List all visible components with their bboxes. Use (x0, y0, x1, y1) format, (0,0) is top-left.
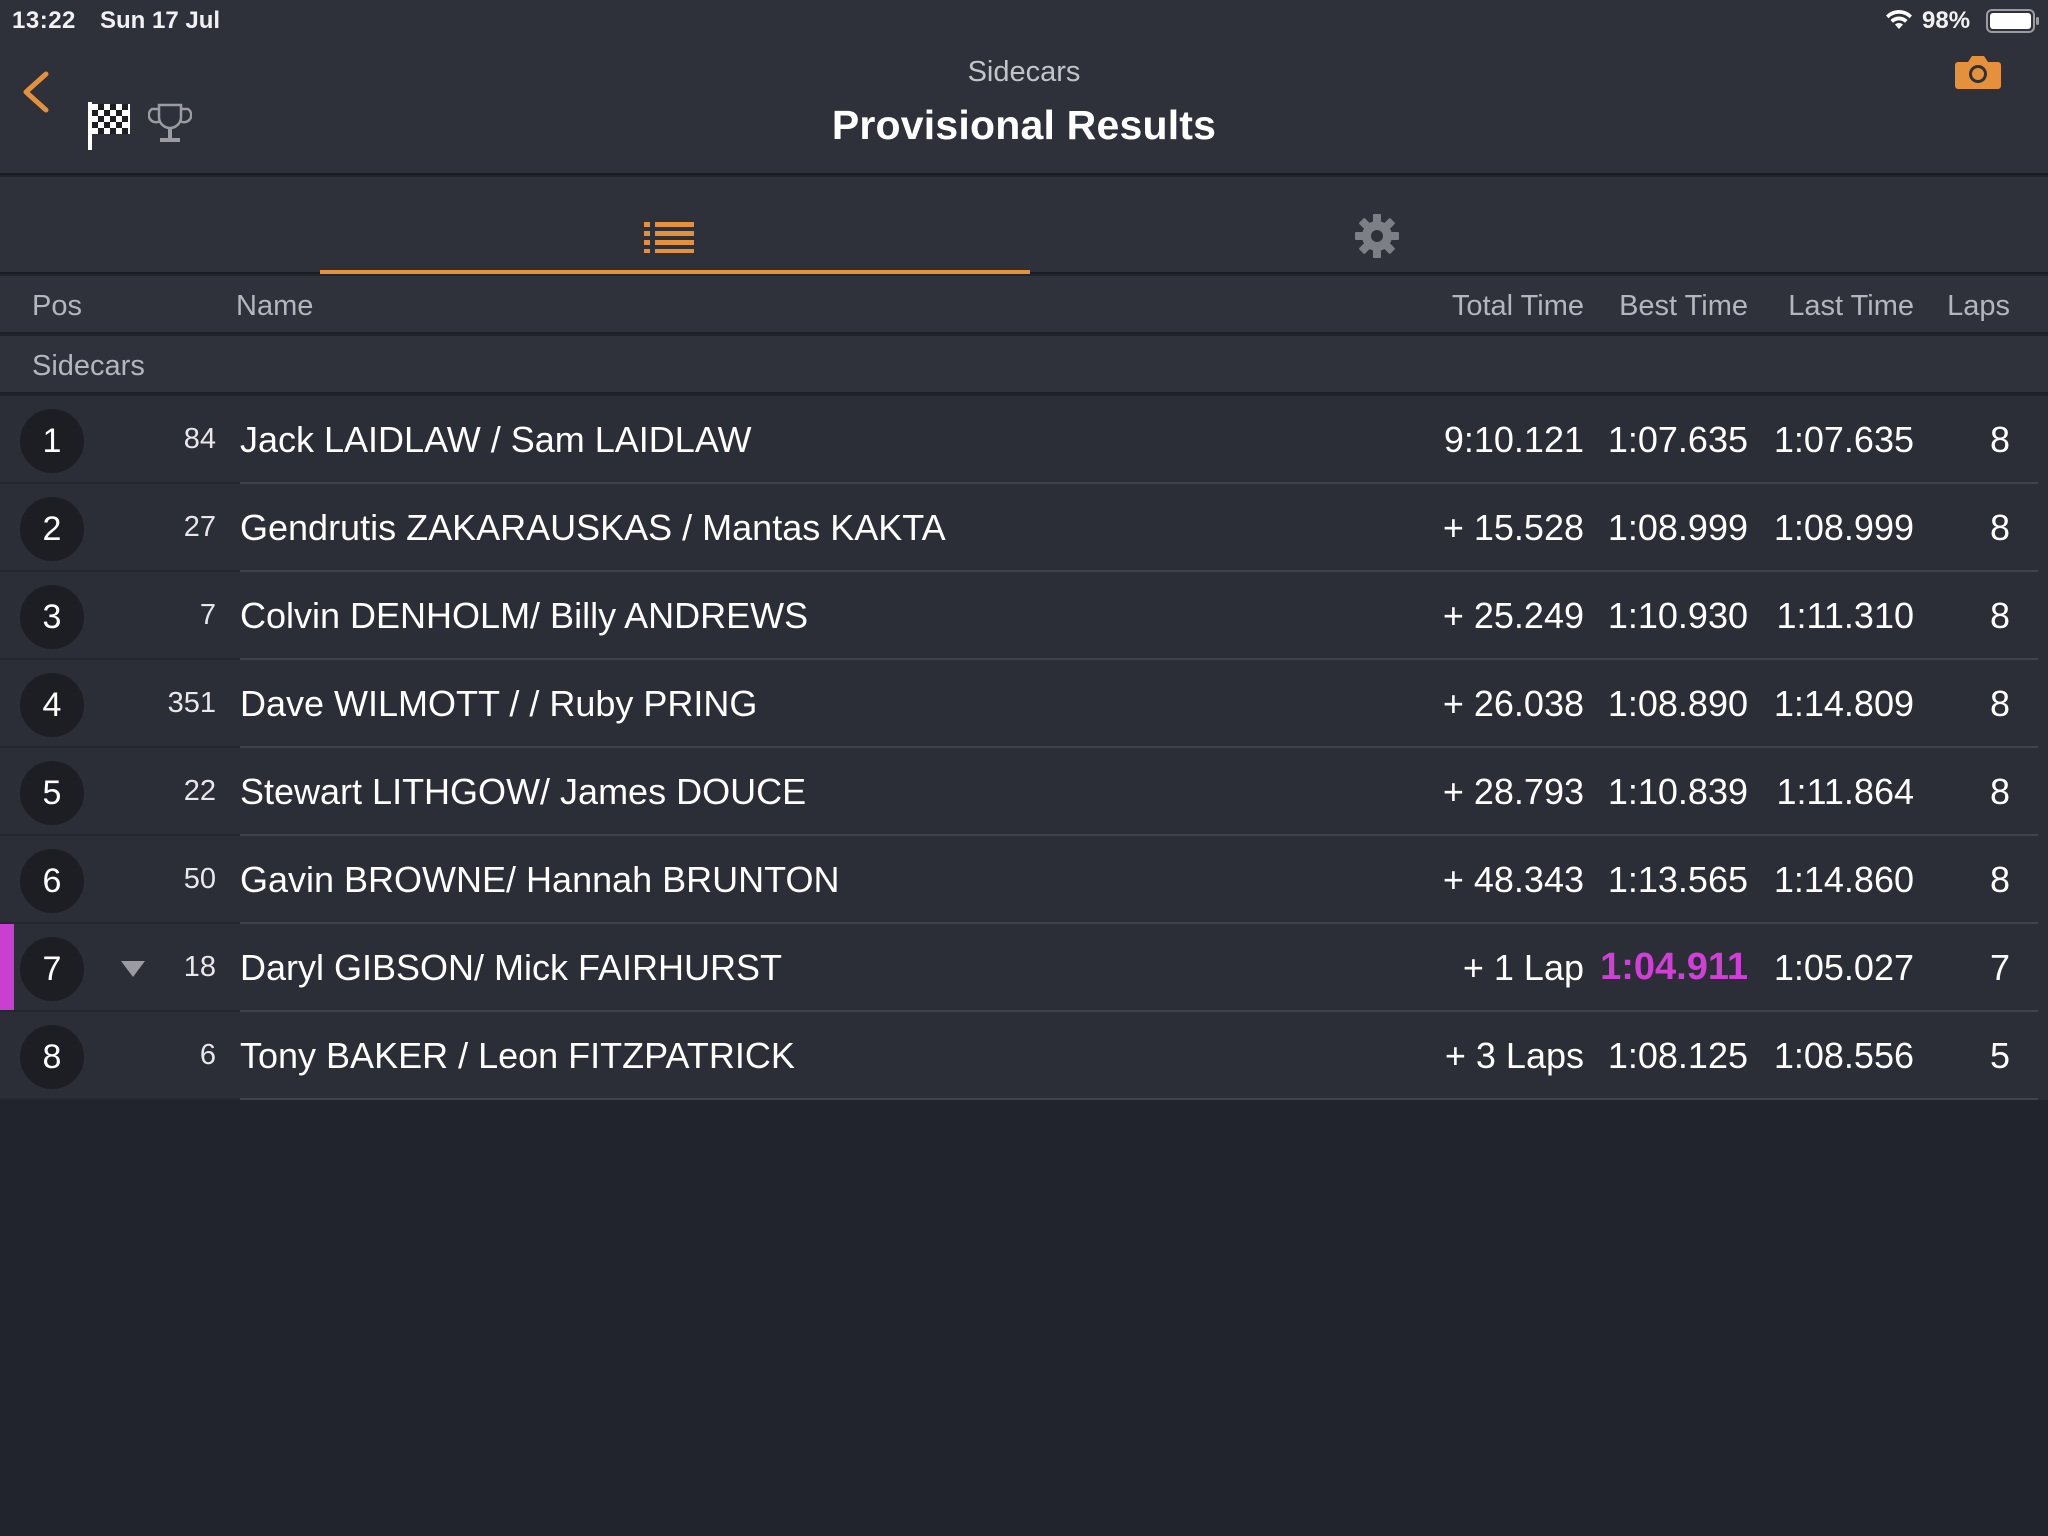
total-time: + 15.528 (1442, 507, 1584, 548)
position-badge: 2 (20, 497, 84, 561)
laps-count: 5 (1989, 1035, 2010, 1076)
last-time: 1:11.864 (1776, 771, 1914, 812)
last-time: 1:14.809 (1773, 683, 1914, 724)
laps-count: 8 (1989, 859, 2010, 900)
race-number: 50 (183, 863, 216, 895)
position-badge: 8 (20, 1025, 84, 1089)
race-number: 351 (167, 687, 216, 719)
column-total-time: Total Time (1451, 290, 1584, 322)
position-badge: 3 (20, 585, 84, 649)
total-time: + 26.038 (1442, 683, 1584, 724)
laps-count: 7 (1989, 947, 2010, 988)
class-group-label: Sidecars (32, 350, 145, 382)
total-time: + 48.343 (1442, 859, 1584, 900)
wifi-icon (1886, 9, 1912, 29)
table-row[interactable]: 6 50 Gavin BROWNE/ Hannah BRUNTON + 48.3… (0, 836, 2048, 924)
laps-count: 8 (1989, 771, 2010, 812)
column-best-time: Best Time (1619, 290, 1748, 322)
race-number: 18 (183, 951, 216, 983)
best-time: 1:10.930 (1607, 595, 1748, 636)
tab-bar (0, 177, 2048, 274)
position-badge: 6 (20, 849, 84, 913)
battery-percentage: 98% (1922, 7, 1971, 34)
results-list: 1 84 Jack LAIDLAW / Sam LAIDLAW 9:10.121… (0, 396, 2048, 1100)
column-pos: Pos (32, 290, 82, 322)
active-tab-indicator (320, 270, 1030, 274)
race-number: 22 (183, 775, 216, 807)
total-time: 9:10.121 (1443, 419, 1584, 460)
total-time: + 25.249 (1442, 595, 1584, 636)
race-number: 6 (199, 1039, 216, 1071)
table-row[interactable]: 7 18 Daryl GIBSON/ Mick FAIRHURST + 1 La… (0, 924, 2048, 1012)
class-group-header: Sidecars (0, 336, 2048, 394)
race-number: 7 (199, 599, 216, 631)
best-time: 1:08.999 (1607, 507, 1748, 548)
laps-count: 8 (1989, 419, 2010, 460)
column-laps: Laps (1947, 290, 2010, 322)
status-time: 13:22 (12, 7, 76, 34)
rider-names: Gavin BROWNE/ Hannah BRUNTON (240, 859, 840, 900)
last-time: 1:11.310 (1776, 595, 1914, 636)
rider-names: Stewart LITHGOW/ James DOUCE (240, 771, 807, 812)
total-time: + 28.793 (1442, 771, 1584, 812)
status-date: Sun 17 Jul (100, 7, 221, 34)
tab-results-list[interactable] (320, 177, 1030, 274)
rider-names: Gendrutis ZAKARAUSKAS / Mantas KAKTA (240, 507, 946, 548)
laps-count: 8 (1989, 595, 2010, 636)
navigation-bar: Sidecars Provisional Results (0, 40, 2048, 175)
rider-names: Tony BAKER / Leon FITZPATRICK (240, 1035, 795, 1076)
best-time-fastest-lap: 1:04.911 (1600, 946, 1748, 988)
position-badge: 5 (20, 761, 84, 825)
tab-settings[interactable] (1030, 177, 1720, 274)
last-time: 1:08.556 (1773, 1035, 1914, 1076)
camera-icon[interactable] (1954, 52, 2002, 92)
highlight-accent-bar (0, 924, 14, 1012)
race-number: 84 (183, 423, 216, 455)
table-column-header: Pos Name Total Time Best Time Last Time … (0, 276, 2048, 334)
status-bar: 13:22 Sun 17 Jul 98% (0, 0, 2048, 40)
rider-names: Colvin DENHOLM/ Billy ANDREWS (240, 595, 809, 636)
last-time: 1:08.999 (1773, 507, 1914, 548)
laps-count: 8 (1989, 683, 2010, 724)
position-badge: 7 (20, 937, 84, 1001)
position-down-triangle-icon (121, 961, 145, 977)
last-time: 1:07.635 (1773, 419, 1914, 460)
position-badge: 1 (20, 409, 84, 473)
table-row[interactable]: 5 22 Stewart LITHGOW/ James DOUCE + 28.7… (0, 748, 2048, 836)
rider-names: Daryl GIBSON/ Mick FAIRHURST (240, 947, 783, 988)
best-time: 1:08.125 (1607, 1035, 1748, 1076)
rider-names: Dave WILMOTT / / Ruby PRING (240, 683, 758, 724)
last-time: 1:14.860 (1773, 859, 1914, 900)
best-time: 1:10.839 (1607, 771, 1748, 812)
position-badge: 4 (20, 673, 84, 737)
best-time: 1:07.635 (1607, 419, 1748, 460)
gear-icon (1355, 214, 1399, 258)
column-last-time: Last Time (1788, 290, 1914, 322)
last-time: 1:05.027 (1773, 947, 1914, 988)
laps-count: 8 (1989, 507, 2010, 548)
total-time: + 3 Laps (1444, 1035, 1584, 1076)
battery-icon (1986, 9, 2039, 33)
best-time: 1:13.565 (1607, 859, 1748, 900)
rider-names: Jack LAIDLAW / Sam LAIDLAW (240, 419, 752, 460)
table-row[interactable]: 1 84 Jack LAIDLAW / Sam LAIDLAW 9:10.121… (0, 396, 2048, 484)
table-row[interactable]: 8 6 Tony BAKER / Leon FITZPATRICK + 3 La… (0, 1012, 2048, 1100)
race-number: 27 (183, 511, 216, 543)
page-title: Provisional Results (831, 102, 1217, 148)
list-icon (644, 222, 694, 253)
column-name: Name (236, 290, 314, 322)
row-divider (240, 1098, 2038, 1100)
table-row[interactable]: 3 7 Colvin DENHOLM/ Billy ANDREWS + 25.2… (0, 572, 2048, 660)
table-row[interactable]: 4 351 Dave WILMOTT / / Ruby PRING + 26.0… (0, 660, 2048, 748)
table-row[interactable]: 2 27 Gendrutis ZAKARAUSKAS / Mantas KAKT… (0, 484, 2048, 572)
total-time: + 1 Lap (1462, 947, 1584, 988)
page-subtitle: Sidecars (967, 56, 1081, 88)
best-time: 1:08.890 (1607, 683, 1748, 724)
